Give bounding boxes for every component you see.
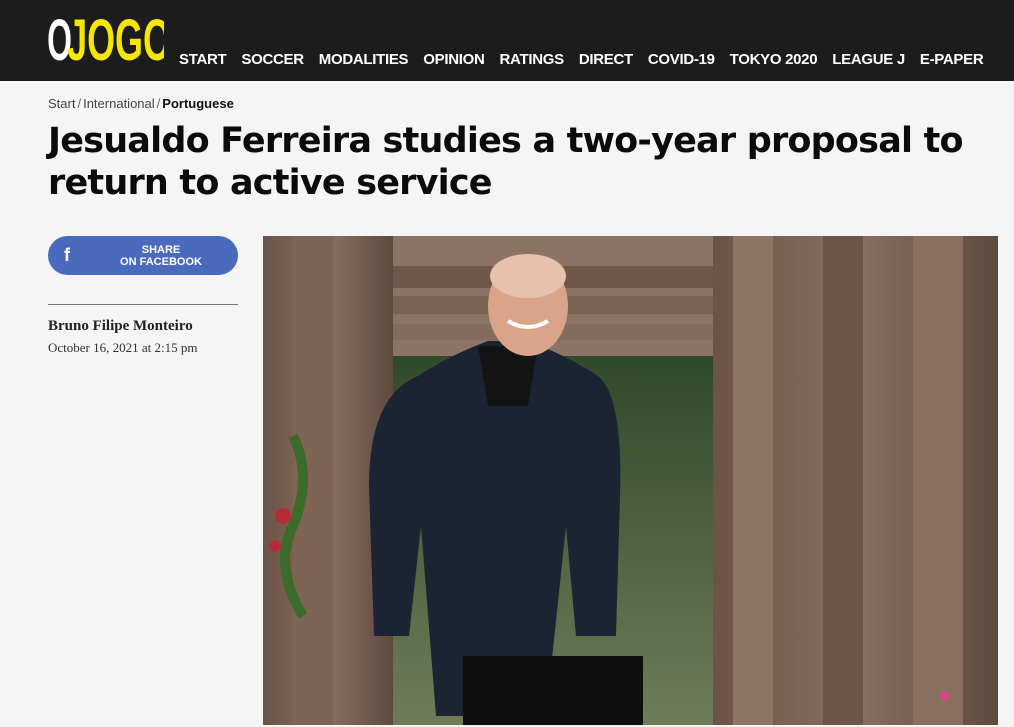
nav-e-paper[interactable]: E-PAPER xyxy=(920,51,984,68)
nav-covid-19[interactable]: COVID-19 xyxy=(648,51,715,68)
site-header: O JOGO START SOCCER MODALITIES OPINION R… xyxy=(0,0,1014,81)
main-nav: START SOCCER MODALITIES OPINION RATINGS … xyxy=(179,51,998,68)
nav-modalities[interactable]: MODALITIES xyxy=(319,51,409,68)
photo-illustration xyxy=(263,236,998,725)
author-name[interactable]: Bruno Filipe Monteiro xyxy=(48,318,193,335)
author-divider xyxy=(48,304,238,305)
nav-tokyo-2020[interactable]: TOKYO 2020 xyxy=(730,51,818,68)
breadcrumb-separator: / xyxy=(156,96,161,111)
share-facebook-button[interactable]: f SHARE ON FACEBOOK xyxy=(48,236,238,275)
nav-soccer[interactable]: SOCCER xyxy=(241,51,304,68)
breadcrumb: Start / International / Portuguese xyxy=(48,96,234,111)
nav-league-j[interactable]: LEAGUE J xyxy=(832,51,905,68)
facebook-icon: f xyxy=(64,245,70,265)
breadcrumb-portuguese[interactable]: Portuguese xyxy=(162,96,234,111)
nav-direct[interactable]: DIRECT xyxy=(579,51,633,68)
share-label-line1: SHARE xyxy=(141,244,181,256)
share-label-line2: ON FACEBOOK xyxy=(120,256,202,268)
nav-start[interactable]: START xyxy=(179,51,227,68)
logo-jogo: JOGO xyxy=(67,8,164,70)
breadcrumb-separator: / xyxy=(77,96,82,111)
article-title: Jesualdo Ferreira studies a two-year pro… xyxy=(48,121,964,203)
share-facebook-label: SHARE ON FACEBOOK xyxy=(108,244,214,268)
breadcrumb-international[interactable]: International xyxy=(83,96,155,111)
breadcrumb-start[interactable]: Start xyxy=(48,96,75,111)
ojogo-logo[interactable]: O JOGO xyxy=(46,8,164,70)
nav-ratings[interactable]: RATINGS xyxy=(500,51,565,68)
nav-opinion[interactable]: OPINION xyxy=(423,51,485,68)
article-photo xyxy=(263,236,998,725)
publish-date: October 16, 2021 at 2:15 pm xyxy=(48,340,198,355)
